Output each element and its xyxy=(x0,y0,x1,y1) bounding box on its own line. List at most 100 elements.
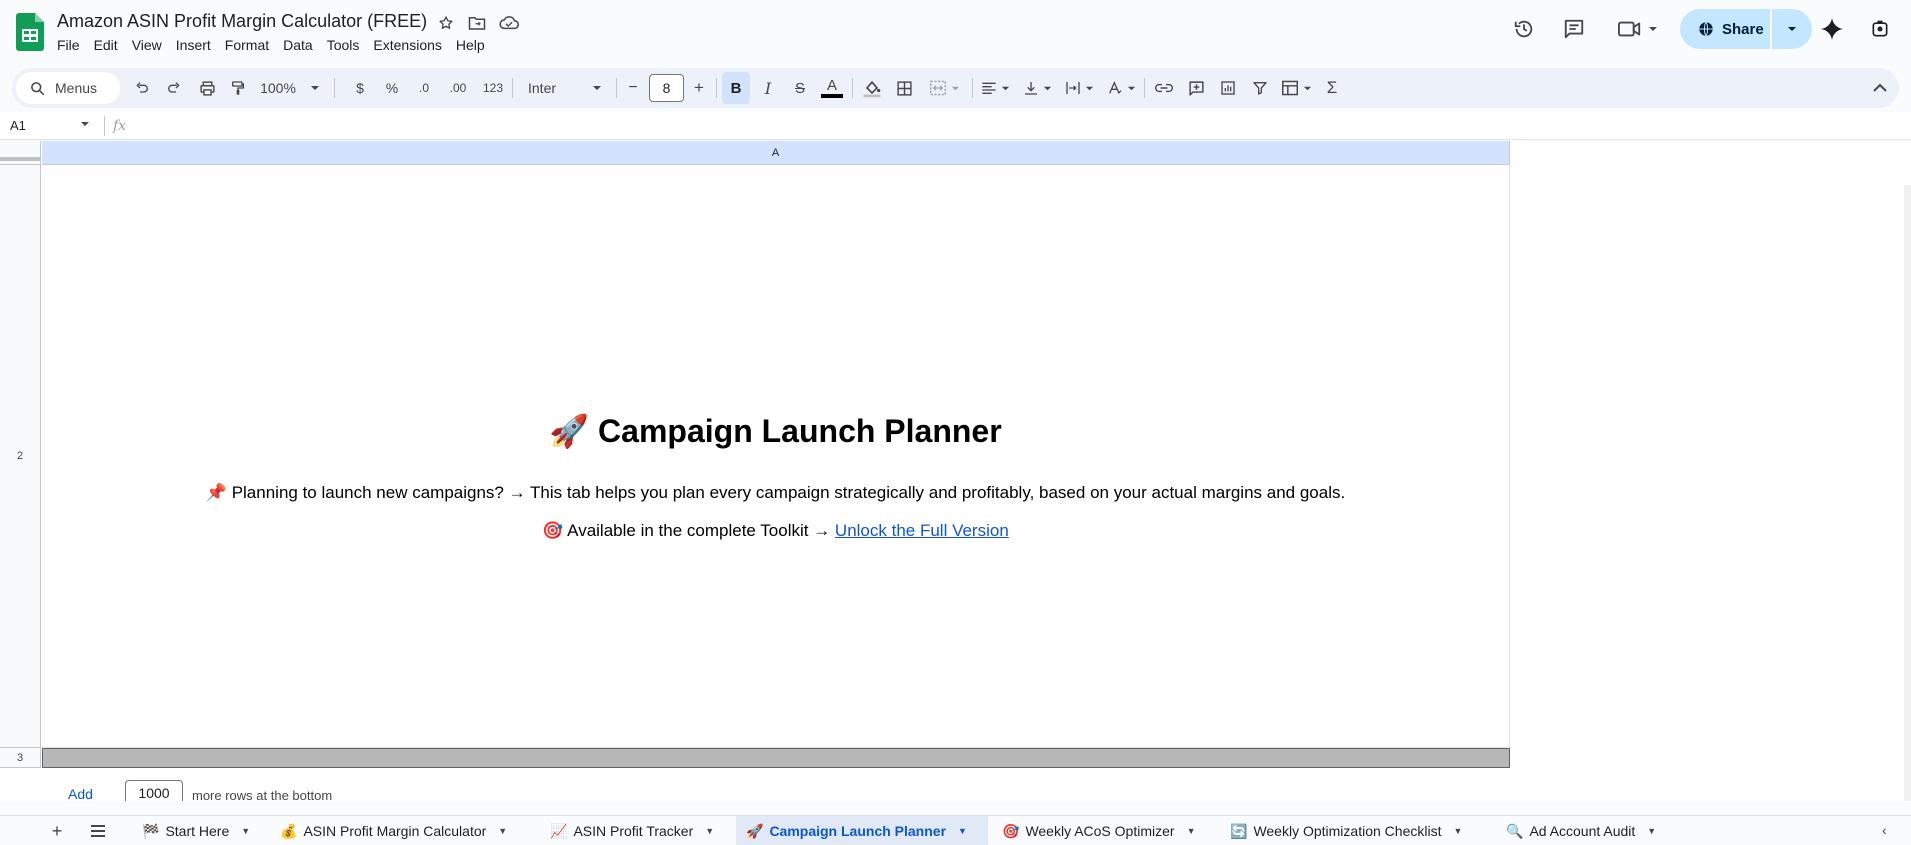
spreadsheet-app: Amazon ASIN Profit Margin Calculator (FR… xyxy=(0,0,1911,845)
filter-views-icon[interactable] xyxy=(1276,72,1316,104)
unlock-full-version-link[interactable]: Unlock the Full Version xyxy=(835,521,1009,540)
sheet-tab-weekly-optimization-checklist[interactable]: 🔄 Weekly Optimization Checklist ▼ xyxy=(1220,816,1472,845)
text-rotation-icon[interactable] xyxy=(1102,72,1140,104)
paint-format-icon[interactable] xyxy=(226,72,250,104)
bold-button[interactable]: B xyxy=(722,72,750,104)
scroll-tabs-left-icon[interactable]: ‹ xyxy=(1882,822,1887,838)
cell-a3[interactable] xyxy=(42,748,1510,768)
share-dropdown-button[interactable] xyxy=(1772,9,1812,49)
document-title[interactable]: Amazon ASIN Profit Margin Calculator (FR… xyxy=(57,11,427,32)
menu-extensions[interactable]: Extensions xyxy=(366,35,448,55)
account-avatar-icon[interactable] xyxy=(1860,9,1900,49)
increase-decimal-label: .00 xyxy=(449,81,467,95)
menu-data[interactable]: Data xyxy=(276,35,320,55)
number-format-button[interactable]: 123 xyxy=(478,72,508,104)
increase-decimal-button[interactable]: .00 xyxy=(442,72,474,104)
search-menus-button[interactable]: Menus xyxy=(16,72,120,104)
undo-icon[interactable] xyxy=(130,72,154,104)
horizontal-align-icon[interactable] xyxy=(976,72,1014,104)
functions-button[interactable]: Σ xyxy=(1318,72,1346,104)
decrease-font-size-button[interactable]: − xyxy=(622,72,644,104)
italic-label: I xyxy=(764,78,772,98)
select-all-corner[interactable] xyxy=(0,141,41,165)
target-icon: 🎯 xyxy=(1002,822,1020,839)
add-sheet-icon[interactable]: + xyxy=(45,820,69,842)
borders-icon[interactable] xyxy=(890,72,918,104)
sheet-tab-label: Start Here xyxy=(165,823,230,839)
collapse-toolbar-icon[interactable] xyxy=(1868,72,1892,104)
font-select[interactable]: Inter xyxy=(520,72,610,104)
cloud-saved-icon[interactable] xyxy=(498,12,520,34)
sheet-tab-campaign-launch-planner[interactable]: 🚀 Campaign Launch Planner ▼ xyxy=(736,816,988,845)
chevron-down-icon[interactable]: ▼ xyxy=(1453,826,1462,836)
cell-a2[interactable]: 🚀 Campaign Launch Planner 📌 Planning to … xyxy=(42,165,1510,748)
add-rows-button[interactable]: Add xyxy=(68,786,93,801)
sheet-tab-start-here[interactable]: 🏁 Start Here ▼ xyxy=(132,816,260,845)
insert-chart-icon[interactable] xyxy=(1214,72,1242,104)
row-header-3[interactable]: 3 xyxy=(0,748,41,768)
add-rows-count-input[interactable]: 1000 xyxy=(125,780,183,801)
chevron-down-icon[interactable]: ▼ xyxy=(1647,826,1656,836)
globe-icon xyxy=(1699,21,1713,37)
increase-font-size-button[interactable]: + xyxy=(688,72,710,104)
chevron-down-icon[interactable]: ▼ xyxy=(958,826,967,836)
chevron-down-icon[interactable]: ▼ xyxy=(241,826,250,836)
menu-help[interactable]: Help xyxy=(449,35,492,55)
formula-bar: A1 fx xyxy=(0,112,1911,140)
meet-icon[interactable] xyxy=(1610,9,1666,49)
filter-icon[interactable] xyxy=(1246,72,1274,104)
sheet-tab-weekly-acos-optimizer[interactable]: 🎯 Weekly ACoS Optimizer ▼ xyxy=(992,816,1205,845)
vertical-scrollbar[interactable] xyxy=(1904,185,1911,801)
gemini-icon[interactable] xyxy=(1812,9,1852,49)
zoom-select[interactable]: 100% xyxy=(257,72,323,104)
description-line: 📌 Planning to launch new campaigns? → Th… xyxy=(42,483,1509,503)
fill-color-icon[interactable] xyxy=(858,72,886,104)
sheet-tab-ad-account-audit[interactable]: 🔍 Ad Account Audit ▼ xyxy=(1496,816,1666,845)
merge-cells-icon[interactable] xyxy=(922,72,966,104)
print-icon[interactable] xyxy=(194,72,220,104)
redo-icon[interactable] xyxy=(162,72,186,104)
font-size-input[interactable]: 8 xyxy=(649,74,684,102)
chevron-down-icon[interactable]: ▼ xyxy=(705,826,714,836)
all-sheets-icon[interactable] xyxy=(86,820,110,842)
chevron-down-icon[interactable]: ▼ xyxy=(498,826,507,836)
menu-insert[interactable]: Insert xyxy=(169,35,218,55)
vertical-align-icon[interactable] xyxy=(1018,72,1056,104)
text-color-button[interactable]: A xyxy=(818,72,846,104)
text-wrapping-icon[interactable] xyxy=(1060,72,1098,104)
share-button[interactable]: Share xyxy=(1680,9,1770,49)
toolkit-text: Available in the complete Toolkit → xyxy=(567,521,835,540)
menu-tools[interactable]: Tools xyxy=(320,35,367,55)
formula-divider xyxy=(104,116,105,136)
column-header-empty xyxy=(1510,141,1911,165)
insert-link-icon[interactable] xyxy=(1150,72,1178,104)
comments-icon[interactable] xyxy=(1554,9,1594,49)
frozen-row-handle[interactable] xyxy=(0,141,41,161)
sheets-logo-icon[interactable] xyxy=(16,13,44,51)
name-box[interactable]: A1 xyxy=(10,118,26,133)
insert-comment-icon[interactable] xyxy=(1182,72,1210,104)
sheet-tab-asin-profit-tracker[interactable]: 📈 ASIN Profit Tracker ▼ xyxy=(540,816,724,845)
menu-format[interactable]: Format xyxy=(218,35,276,55)
menu-edit[interactable]: Edit xyxy=(87,35,125,55)
sheet-tab-asin-profit-margin-calculator[interactable]: 💰 ASIN Profit Margin Calculator ▼ xyxy=(270,816,517,845)
chevron-down-icon[interactable] xyxy=(80,119,90,129)
star-icon[interactable] xyxy=(435,12,457,34)
decrease-decimal-button[interactable]: .0 xyxy=(410,72,438,104)
percent-label: % xyxy=(385,80,399,96)
column-header-a[interactable]: A xyxy=(42,141,1510,165)
menu-view[interactable]: View xyxy=(125,35,169,55)
percent-format-button[interactable]: % xyxy=(380,72,404,104)
italic-button[interactable]: I xyxy=(754,72,782,104)
font-name: Inter xyxy=(528,80,557,96)
currency-format-button[interactable]: $ xyxy=(348,72,372,104)
chevron-down-icon[interactable]: ▼ xyxy=(1187,826,1196,836)
strikethrough-button[interactable]: S xyxy=(786,72,814,104)
move-folder-icon[interactable] xyxy=(466,12,488,34)
toolbar-divider xyxy=(716,78,717,98)
bold-label: B xyxy=(730,79,742,97)
version-history-icon[interactable] xyxy=(1504,9,1544,49)
menu-file[interactable]: File xyxy=(50,35,87,55)
chevron-down-icon xyxy=(951,86,959,90)
row-header-2[interactable]: 2 xyxy=(0,165,41,748)
